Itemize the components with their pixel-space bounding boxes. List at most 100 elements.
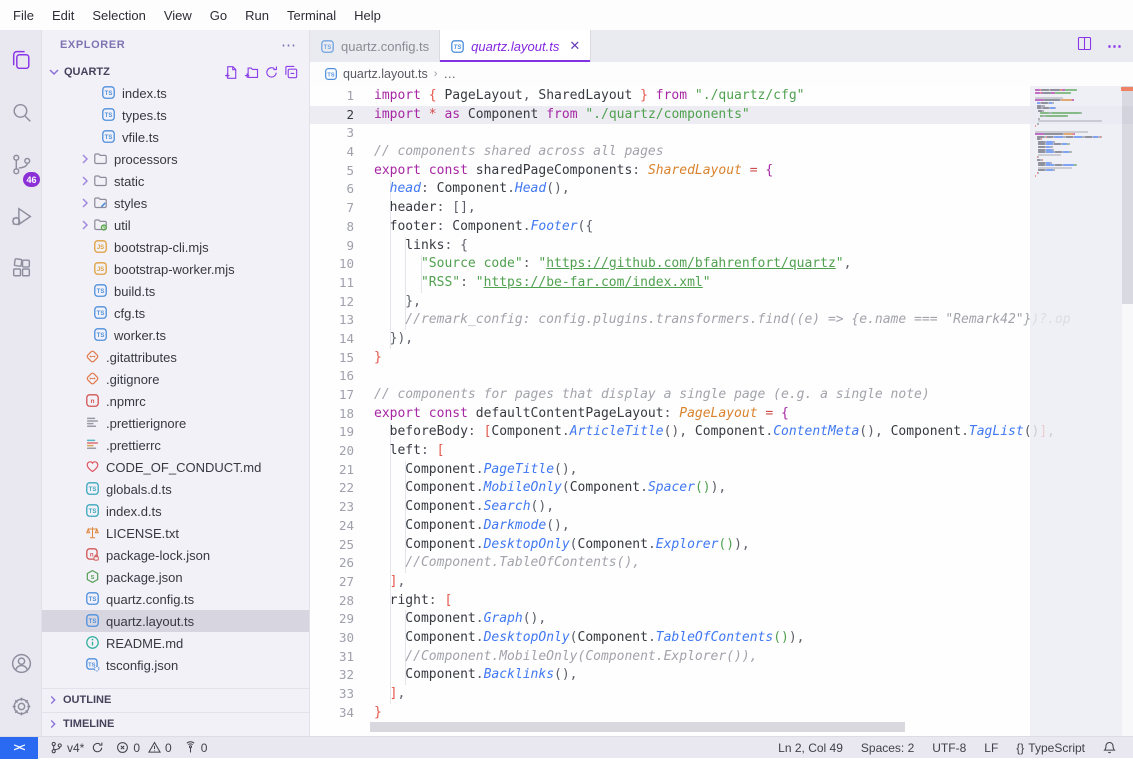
- refresh-icon[interactable]: [261, 62, 281, 82]
- code-line-25[interactable]: 25 Component.DesktopOnly(Component.Explo…: [310, 536, 1133, 555]
- remote-indicator[interactable]: ><: [0, 737, 38, 759]
- tree-file-.npmrc[interactable]: n.npmrc: [42, 390, 309, 412]
- tree-file-.gitignore[interactable]: .gitignore: [42, 368, 309, 390]
- code-line-7[interactable]: 7 header: [],: [310, 199, 1133, 218]
- collapse-all-icon[interactable]: [281, 62, 301, 82]
- tree-file-CODE_OF_CONDUCT.md[interactable]: CODE_OF_CONDUCT.md: [42, 456, 309, 478]
- editor-more-actions-icon[interactable]: ⋯: [1107, 37, 1123, 55]
- code-line-12[interactable]: 12 },: [310, 293, 1133, 312]
- language-status[interactable]: {} TypeScript: [1007, 737, 1094, 759]
- activity-settings[interactable]: [0, 688, 42, 730]
- code-line-15[interactable]: 15}: [310, 349, 1133, 368]
- tab-quartz.config.ts[interactable]: TSquartz.config.ts: [310, 30, 440, 62]
- tab-close-icon[interactable]: ✕: [569, 38, 580, 54]
- code-line-24[interactable]: 24 Component.Darkmode(),: [310, 517, 1133, 536]
- vertical-scrollbar[interactable]: [1122, 86, 1133, 736]
- tree-file-README.md[interactable]: README.md: [42, 632, 309, 654]
- notifications-bell[interactable]: [1094, 737, 1125, 759]
- activity-explorer[interactable]: [0, 42, 42, 84]
- tree-file-cfg.ts[interactable]: TScfg.ts: [42, 302, 309, 324]
- workspace-section-header[interactable]: QUARTZ: [42, 60, 309, 84]
- tree-file-tsconfig.json[interactable]: TStsconfig.json: [42, 654, 309, 676]
- activity-extensions[interactable]: [0, 250, 42, 292]
- code-line-11[interactable]: 11 "RSS": "https://be-far.com/index.xml": [310, 274, 1133, 293]
- tree-file-globals.d.ts[interactable]: TSglobals.d.ts: [42, 478, 309, 500]
- eol-status[interactable]: LF: [975, 737, 1007, 759]
- breadcrumb-file[interactable]: quartz.layout.ts: [343, 67, 428, 81]
- activity-account[interactable]: [0, 645, 42, 687]
- code-line-18[interactable]: 18export const defaultContentPageLayout:…: [310, 405, 1133, 424]
- vertical-scrollbar-thumb[interactable]: [1122, 86, 1133, 304]
- tree-file-worker.ts[interactable]: TSworker.ts: [42, 324, 309, 346]
- problems-status[interactable]: 0 0: [110, 737, 177, 759]
- code-line-23[interactable]: 23 Component.Search(),: [310, 498, 1133, 517]
- code-line-17[interactable]: 17// components for pages that display a…: [310, 386, 1133, 405]
- code-line-16[interactable]: 16: [310, 367, 1133, 386]
- horizontal-scrollbar-thumb[interactable]: [370, 722, 905, 732]
- breadcrumb-more[interactable]: …: [443, 67, 456, 81]
- code-line-9[interactable]: 9 links: {: [310, 237, 1133, 256]
- code-line-29[interactable]: 29 Component.Graph(),: [310, 610, 1133, 629]
- code-line-1[interactable]: 1import { PageLayout, SharedLayout } fro…: [310, 87, 1133, 106]
- minimap[interactable]: [1030, 86, 1122, 736]
- sidebar-more-actions[interactable]: ⋯: [281, 36, 297, 54]
- cursor-position[interactable]: Ln 2, Col 49: [769, 737, 852, 759]
- menu-edit[interactable]: Edit: [43, 4, 83, 27]
- code-line-32[interactable]: 32 Component.Backlinks(),: [310, 666, 1133, 685]
- tree-file-types.ts[interactable]: TStypes.ts: [42, 104, 309, 126]
- split-editor-icon[interactable]: [1076, 35, 1093, 57]
- menu-go[interactable]: Go: [201, 4, 236, 27]
- code-line-26[interactable]: 26 //Component.TableOfContents(),: [310, 554, 1133, 573]
- code-line-21[interactable]: 21 Component.PageTitle(),: [310, 461, 1133, 480]
- tree-file-quartz.config.ts[interactable]: TSquartz.config.ts: [42, 588, 309, 610]
- code-line-5[interactable]: 5export const sharedPageComponents: Shar…: [310, 162, 1133, 181]
- menu-selection[interactable]: Selection: [83, 4, 154, 27]
- tab-quartz.layout.ts[interactable]: TSquartz.layout.ts✕: [440, 30, 591, 62]
- tree-folder-static[interactable]: static: [42, 170, 309, 192]
- menu-terminal[interactable]: Terminal: [278, 4, 345, 27]
- timeline-panel-header[interactable]: TIMELINE: [42, 712, 309, 735]
- tree-folder-processors[interactable]: processors: [42, 148, 309, 170]
- tree-file-index.ts[interactable]: TSindex.ts: [42, 82, 309, 104]
- tree-file-bootstrap-worker.mjs[interactable]: JSbootstrap-worker.mjs: [42, 258, 309, 280]
- new-file-icon[interactable]: [221, 62, 241, 82]
- code-line-2[interactable]: 2import * as Component from "./quartz/co…: [310, 106, 1133, 125]
- activity-source-control[interactable]: 46: [0, 146, 42, 188]
- tree-folder-util[interactable]: util: [42, 214, 309, 236]
- code-line-4[interactable]: 4// components shared across all pages: [310, 143, 1133, 162]
- tree-file-.gitattributes[interactable]: .gitattributes: [42, 346, 309, 368]
- code-line-30[interactable]: 30 Component.DesktopOnly(Component.Table…: [310, 629, 1133, 648]
- editor-code-area[interactable]: 1import { PageLayout, SharedLayout } fro…: [310, 86, 1133, 736]
- tree-file-quartz.layout.ts[interactable]: TSquartz.layout.ts: [42, 610, 309, 632]
- menu-file[interactable]: File: [4, 4, 43, 27]
- code-line-19[interactable]: 19 beforeBody: [Component.ArticleTitle()…: [310, 423, 1133, 442]
- branch-status[interactable]: v4*: [44, 737, 110, 759]
- tree-file-package-lock.json[interactable]: npackage-lock.json: [42, 544, 309, 566]
- code-line-31[interactable]: 31 //Component.MobileOnly(Component.Expl…: [310, 648, 1133, 667]
- tree-file-package.json[interactable]: Spackage.json: [42, 566, 309, 588]
- code-line-27[interactable]: 27 ],: [310, 573, 1133, 592]
- indentation-status[interactable]: Spaces: 2: [852, 737, 923, 759]
- tree-file-LICENSE.txt[interactable]: LICENSE.txt: [42, 522, 309, 544]
- code-line-20[interactable]: 20 left: [: [310, 442, 1133, 461]
- code-line-3[interactable]: 3: [310, 124, 1133, 143]
- activity-run-debug[interactable]: [0, 198, 42, 240]
- code-line-22[interactable]: 22 Component.MobileOnly(Component.Spacer…: [310, 479, 1133, 498]
- activity-search[interactable]: [0, 94, 42, 136]
- tree-file-vfile.ts[interactable]: TSvfile.ts: [42, 126, 309, 148]
- outline-panel-header[interactable]: OUTLINE: [42, 688, 309, 711]
- ports-status[interactable]: 0: [178, 737, 214, 759]
- code-line-13[interactable]: 13 //remark_config: config.plugins.trans…: [310, 311, 1133, 330]
- new-folder-icon[interactable]: [241, 62, 261, 82]
- code-line-8[interactable]: 8 footer: Component.Footer({: [310, 218, 1133, 237]
- tree-file-build.ts[interactable]: TSbuild.ts: [42, 280, 309, 302]
- tree-file-index.d.ts[interactable]: TSindex.d.ts: [42, 500, 309, 522]
- menu-view[interactable]: View: [155, 4, 201, 27]
- tree-file-.prettierrc[interactable]: .prettierrc: [42, 434, 309, 456]
- tree-folder-styles[interactable]: styles: [42, 192, 309, 214]
- code-line-10[interactable]: 10 "Source code": "https://github.com/bf…: [310, 255, 1133, 274]
- code-line-6[interactable]: 6 head: Component.Head(),: [310, 180, 1133, 199]
- menu-run[interactable]: Run: [236, 4, 278, 27]
- code-line-33[interactable]: 33 ],: [310, 685, 1133, 704]
- menu-help[interactable]: Help: [345, 4, 390, 27]
